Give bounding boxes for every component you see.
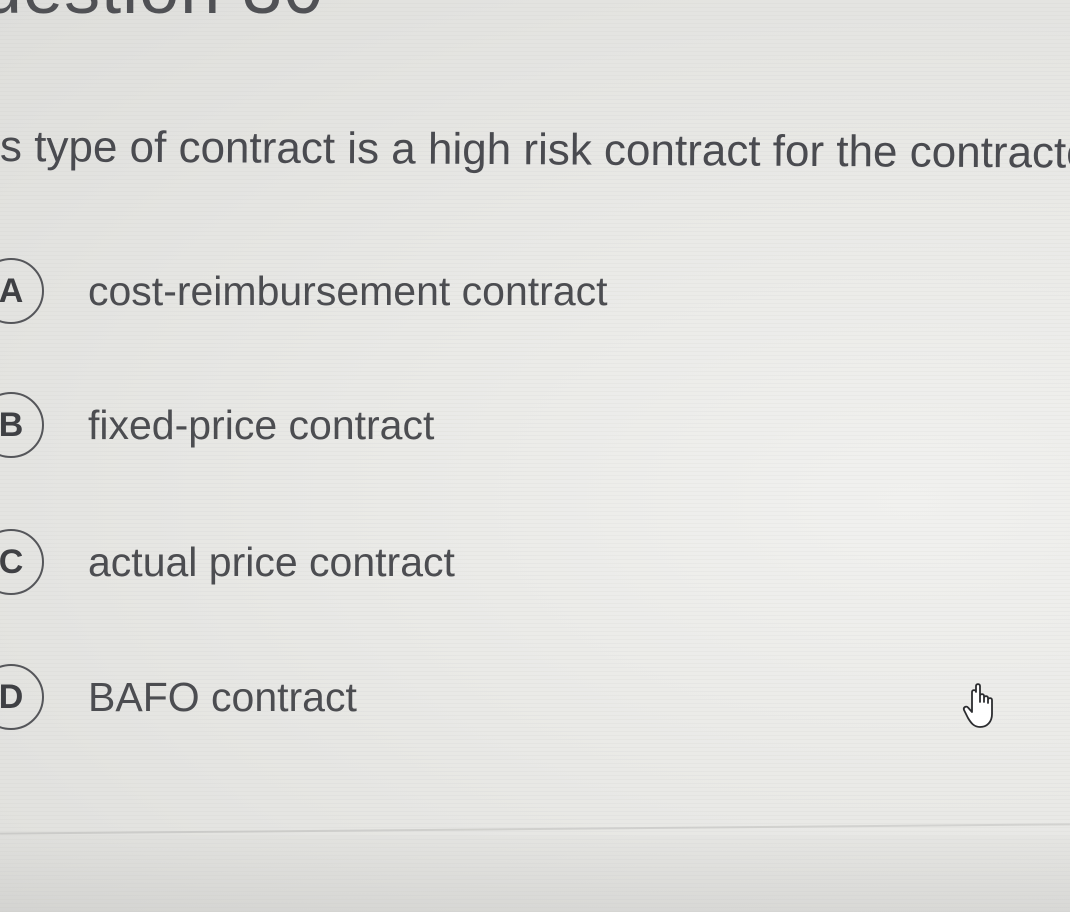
option-label-c: actual price contract (88, 538, 455, 585)
option-label-a: cost-reimbursement contract (88, 267, 608, 314)
question-number-title: uestion 30 (0, 0, 324, 30)
answer-option-b[interactable]: B fixed-price contract (0, 390, 778, 460)
answer-option-a[interactable]: A cost-reimbursement contract (0, 256, 778, 326)
option-letter-badge-c: C (0, 529, 44, 595)
question-text: s type of contract is a high risk contra… (0, 122, 1070, 178)
option-letter-badge-a: A (0, 258, 44, 324)
option-letter-badge-b: B (0, 392, 44, 458)
section-divider (0, 823, 1070, 835)
option-label-d: BAFO contract (88, 673, 357, 720)
answer-option-d[interactable]: D BAFO contract (0, 662, 778, 732)
answer-option-c[interactable]: C actual price contract (0, 527, 778, 597)
option-letter-badge-d: D (0, 664, 44, 730)
footer-area (0, 836, 1070, 912)
hand-pointer-icon (962, 683, 993, 728)
option-label-b: fixed-price contract (88, 401, 435, 448)
